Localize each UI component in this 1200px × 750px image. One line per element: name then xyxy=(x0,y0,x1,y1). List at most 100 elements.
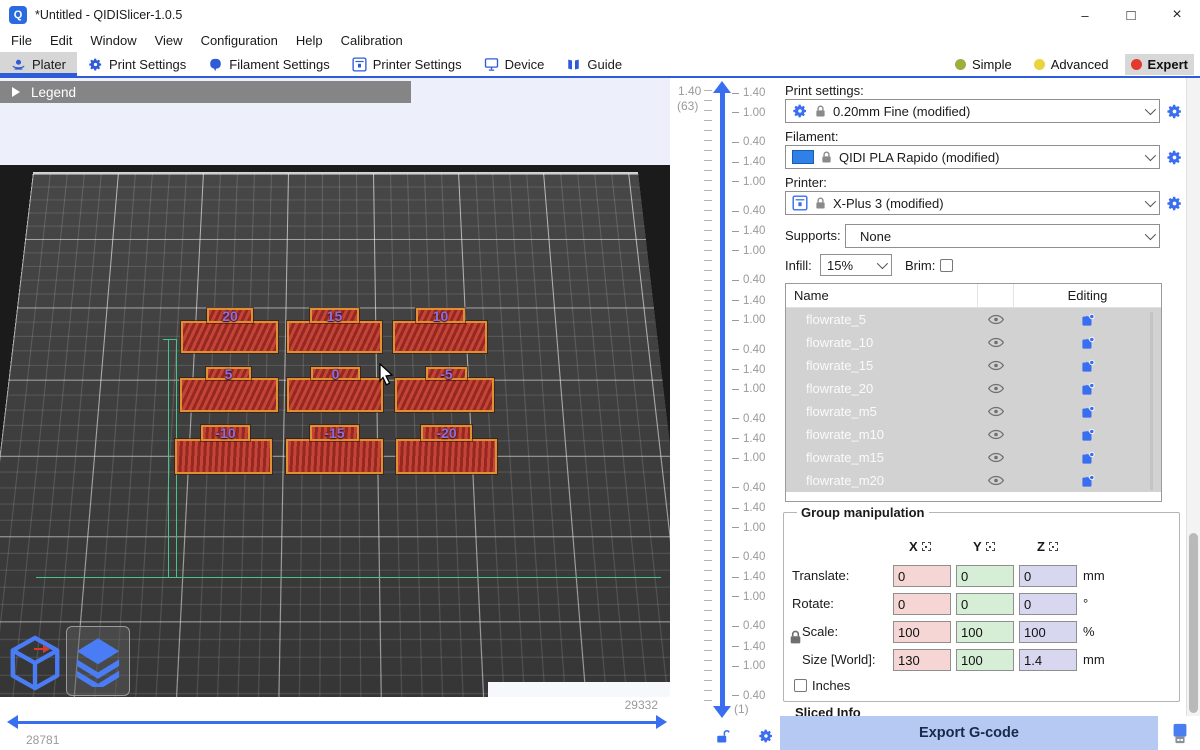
editor-view-button[interactable] xyxy=(4,630,66,696)
slider-settings-gear-icon[interactable] xyxy=(758,728,774,744)
supports-combo[interactable]: None xyxy=(845,224,1160,248)
legend-bar[interactable]: Legend xyxy=(0,81,411,103)
mode-simple[interactable]: Simple xyxy=(949,54,1018,75)
mode-expert[interactable]: Expert xyxy=(1125,54,1194,75)
infill-combo[interactable]: 15% xyxy=(820,254,892,276)
maximize-button[interactable]: □ xyxy=(1108,0,1154,30)
model-object[interactable]: 20 xyxy=(181,321,278,353)
menu-window[interactable]: Window xyxy=(81,30,145,52)
tab-filament-settings[interactable]: Filament Settings xyxy=(197,52,340,76)
object-row[interactable]: flowrate_5 xyxy=(786,308,1161,331)
editing-icon[interactable] xyxy=(1014,336,1161,350)
visibility-eye-icon[interactable] xyxy=(978,406,1014,417)
model-object[interactable]: -5 xyxy=(395,378,494,412)
object-list-scrollbar[interactable] xyxy=(1150,312,1153,490)
tick-label: 0.40 xyxy=(732,412,765,426)
tab-guide[interactable]: Guide xyxy=(555,52,633,76)
model-object[interactable]: -20 xyxy=(396,439,497,474)
printer-combo[interactable]: X-Plus 3 (modified) xyxy=(785,191,1160,215)
visibility-eye-icon[interactable] xyxy=(978,452,1014,463)
edit-printer-gear-icon[interactable] xyxy=(1166,195,1183,212)
axis-target-icon xyxy=(922,542,931,551)
visibility-eye-icon[interactable] xyxy=(978,337,1014,348)
editing-icon[interactable] xyxy=(1014,405,1161,419)
object-row[interactable]: flowrate_20 xyxy=(786,377,1161,400)
model-object[interactable]: -10 xyxy=(175,439,272,474)
inches-label: Inches xyxy=(812,678,850,693)
layer-slider-upper-thumb[interactable] xyxy=(713,81,731,93)
export-to-sd-button[interactable] xyxy=(1160,716,1200,750)
editing-icon[interactable] xyxy=(1014,451,1161,465)
size-z-input[interactable] xyxy=(1019,649,1077,671)
rotate-z-input[interactable] xyxy=(1019,593,1077,615)
layer-slider-lower-thumb[interactable] xyxy=(713,706,731,718)
gcode-slider-left-thumb[interactable] xyxy=(7,715,18,729)
size-y-input[interactable] xyxy=(956,649,1014,671)
inches-checkbox[interactable] xyxy=(794,679,807,692)
rotate-x-input[interactable] xyxy=(893,593,951,615)
translate-z-input[interactable] xyxy=(1019,565,1077,587)
visibility-eye-icon[interactable] xyxy=(978,383,1014,394)
menu-edit[interactable]: Edit xyxy=(41,30,81,52)
visibility-eye-icon[interactable] xyxy=(978,360,1014,371)
edit-print-settings-gear-icon[interactable] xyxy=(1166,103,1183,120)
preview-view-button[interactable] xyxy=(66,626,130,696)
gcode-slider-right-thumb[interactable] xyxy=(656,715,667,729)
object-row[interactable]: flowrate_m20 xyxy=(786,469,1161,492)
layer-slider-track[interactable] xyxy=(720,92,725,706)
axis-header-x: X xyxy=(909,539,931,554)
rotate-y-input[interactable] xyxy=(956,593,1014,615)
tab-print-settings[interactable]: Print Settings xyxy=(77,52,197,76)
sidebar-scrollbar-thumb[interactable] xyxy=(1189,533,1198,713)
print-settings-combo[interactable]: 0.20mm Fine (modified) xyxy=(785,99,1160,123)
tab-device[interactable]: Device xyxy=(473,52,556,76)
filament-combo[interactable]: QIDI PLA Rapido (modified) xyxy=(785,145,1160,169)
translate-y-input[interactable] xyxy=(956,565,1014,587)
tick-label: 0.40 xyxy=(732,204,765,218)
tab-plater[interactable]: Plater xyxy=(0,52,77,76)
menu-file[interactable]: File xyxy=(2,30,41,52)
layer-slider-current-value: 1.40 xyxy=(678,84,701,98)
object-row[interactable]: flowrate_15 xyxy=(786,354,1161,377)
menu-help[interactable]: Help xyxy=(287,30,332,52)
model-object[interactable]: 5 xyxy=(180,378,278,412)
scale-z-input[interactable] xyxy=(1019,621,1077,643)
export-gcode-button[interactable]: Export G-code xyxy=(780,716,1158,750)
editing-icon[interactable] xyxy=(1014,428,1161,442)
visibility-eye-icon[interactable] xyxy=(978,429,1014,440)
object-row[interactable]: flowrate_10 xyxy=(786,331,1161,354)
menu-calibration[interactable]: Calibration xyxy=(332,30,412,52)
brim-checkbox[interactable] xyxy=(940,259,953,272)
menu-configuration[interactable]: Configuration xyxy=(192,30,287,52)
object-row[interactable]: flowrate_m5 xyxy=(786,400,1161,423)
menu-view[interactable]: View xyxy=(146,30,192,52)
viewport-3d[interactable]: 20 15 10 5 0 -5 -10 -15 -20 Legend xyxy=(0,78,670,697)
uniform-scale-lock-icon[interactable] xyxy=(789,629,802,645)
model-object[interactable]: 15 xyxy=(287,321,382,353)
gcode-slider-track[interactable] xyxy=(16,721,656,724)
editing-icon[interactable] xyxy=(1014,474,1161,488)
editing-icon[interactable] xyxy=(1014,313,1161,327)
lock-open-icon[interactable] xyxy=(715,728,730,745)
object-row[interactable]: flowrate_m15 xyxy=(786,446,1161,469)
edit-filament-gear-icon[interactable] xyxy=(1166,149,1183,166)
close-button[interactable]: × xyxy=(1154,0,1200,30)
scale-x-input[interactable] xyxy=(893,621,951,643)
model-object[interactable]: 0 xyxy=(287,378,383,412)
visibility-eye-icon[interactable] xyxy=(978,475,1014,486)
mode-advanced[interactable]: Advanced xyxy=(1028,54,1115,75)
translate-x-input[interactable] xyxy=(893,565,951,587)
minimize-button[interactable]: – xyxy=(1062,0,1108,30)
object-row[interactable]: flowrate_m10 xyxy=(786,423,1161,446)
visibility-eye-icon[interactable] xyxy=(978,314,1014,325)
tick-label: 0.40 xyxy=(732,550,765,564)
tab-printer-settings[interactable]: Printer Settings xyxy=(341,52,473,76)
size-x-input[interactable] xyxy=(893,649,951,671)
model-object[interactable]: 10 xyxy=(393,321,487,353)
editing-icon[interactable] xyxy=(1014,359,1161,373)
sidebar-scrollbar[interactable] xyxy=(1186,78,1200,716)
model-object[interactable]: -15 xyxy=(286,439,383,474)
scale-y-input[interactable] xyxy=(956,621,1014,643)
editing-icon[interactable] xyxy=(1014,382,1161,396)
window-controls: – □ × xyxy=(1062,0,1200,30)
